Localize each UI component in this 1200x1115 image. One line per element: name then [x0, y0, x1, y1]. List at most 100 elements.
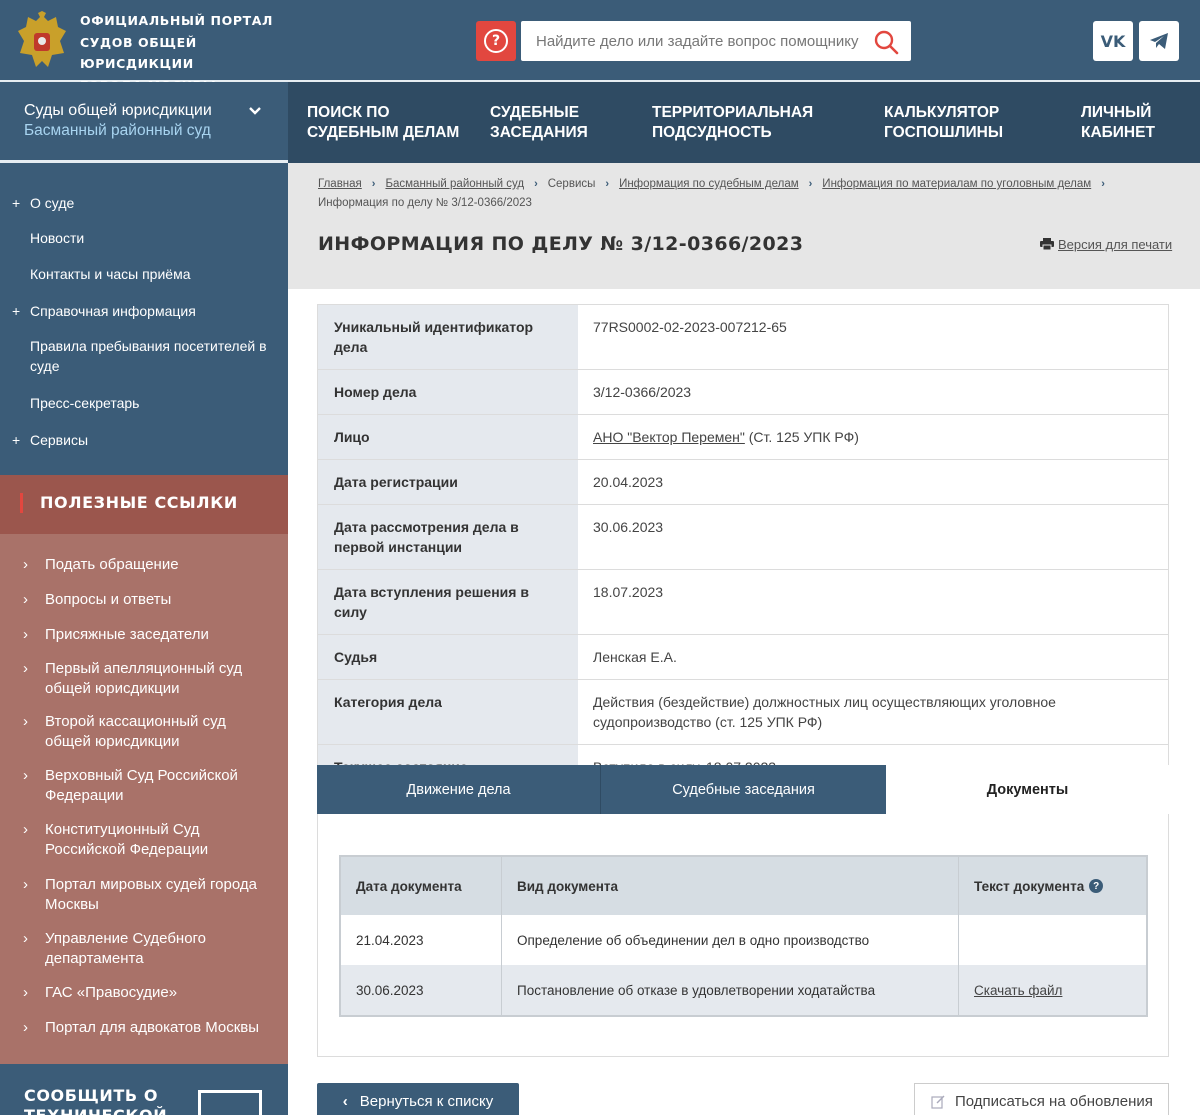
case-info-value: 77RS0002-02-2023-007212-65: [593, 319, 787, 335]
expand-icon[interactable]: +: [12, 193, 20, 213]
print-version-link[interactable]: Версия для печати: [1040, 237, 1172, 252]
chevron-right-icon: ›: [23, 556, 28, 573]
sidebar-item-label: О суде: [30, 195, 75, 211]
coat-of-arms-logo[interactable]: [14, 11, 70, 71]
sidebar-item-contacts[interactable]: Контакты и часы приёма: [30, 264, 270, 284]
nav-item-jurisdiction[interactable]: ТЕРРИТОРИАЛЬНАЯ ПОДСУДНОСТЬ: [652, 103, 813, 143]
page-header: Главная › Басманный районный суд › Сервисы › И…: [288, 163, 1200, 289]
portal-title-line: судов общей юрисдикции: [80, 34, 197, 72]
case-info-key: Уникальный идентификатор дела: [318, 305, 578, 369]
useful-link[interactable]: › Второй кассационный суд общей юрисдикци…: [23, 712, 270, 752]
nav-item-label: КАЛЬКУЛЯТОР: [884, 104, 1000, 121]
tab-court-sessions[interactable]: Судебные заседания: [601, 765, 886, 814]
party-link[interactable]: АНО "Вектор Перемен": [593, 429, 745, 445]
useful-link-label: Первый апелляционный суд общей юрисдикци…: [45, 660, 243, 697]
subscribe-label: Подписаться на обновления: [955, 1093, 1153, 1110]
useful-link-label: Подать обращение: [45, 556, 179, 573]
useful-link-label: Второй кассационный суд общей юрисдикции: [45, 713, 226, 750]
useful-link-label: Портал мировых судей города Москвы: [45, 876, 257, 913]
table-row: Дата вступления решения в силу 18.07.202…: [318, 570, 1168, 635]
court-selector-title: Суды общей юрисдикции: [24, 102, 212, 119]
document-file: [959, 915, 1146, 965]
vk-label: VK: [1100, 31, 1126, 51]
case-info-key: Дата рассмотрения дела в первой инстанци…: [318, 505, 578, 569]
sidebar-item-about[interactable]: + О суде: [12, 193, 270, 213]
useful-link[interactable]: › Портал для адвокатов Москвы: [23, 1018, 270, 1038]
useful-link[interactable]: › Управление Судебного департамента: [23, 929, 270, 969]
case-info-value: 20.04.2023: [593, 474, 664, 490]
chevron-left-icon: ‹: [342, 1092, 348, 1110]
nav-menu: ПОИСК ПО СУДЕБНЫМ ДЕЛАМ СУДЕБНЫЕ ЗАСЕДАН…: [288, 82, 1200, 163]
edit-icon: [931, 1095, 945, 1109]
column-header: Текст документа?: [959, 857, 1146, 915]
useful-link-label: Вопросы и ответы: [45, 591, 172, 608]
accent-bar: [20, 493, 23, 513]
chevron-right-icon: ›: [1101, 178, 1105, 190]
nav-item-label: ТЕРРИТОРИАЛЬНАЯ: [652, 104, 814, 121]
nav-item-account[interactable]: ЛИЧНЫЙ КАБИНЕТ: [1081, 103, 1155, 143]
table-row: Номер дела 3/12-0366/2023: [318, 370, 1168, 415]
useful-link[interactable]: › Вопросы и ответы: [23, 590, 270, 610]
nav-item-fee-calculator[interactable]: КАЛЬКУЛЯТОР ГОСПОШЛИНЫ: [884, 103, 1003, 143]
chevron-right-icon: ›: [23, 626, 28, 643]
useful-link[interactable]: › Конституционный Суд Российской Федераци…: [23, 820, 270, 860]
breadcrumb-link[interactable]: Информация по материалам по уголовным де…: [822, 178, 1091, 190]
sidebar-item-news[interactable]: Новости: [30, 228, 270, 248]
table-row: Дата регистрации 20.04.2023: [318, 460, 1168, 505]
sidebar-item-label: Правила пребывания посетителей в суде: [30, 338, 267, 374]
tab-documents[interactable]: Документы: [886, 765, 1169, 814]
subscribe-button[interactable]: Подписаться на обновления: [914, 1083, 1169, 1115]
nav-item-label: СУДЕБНЫМ ДЕЛАМ: [307, 124, 460, 141]
useful-link[interactable]: › Верховный Суд Российской Федерации: [23, 766, 270, 806]
breadcrumb-link[interactable]: Главная: [318, 178, 362, 190]
back-to-list-button[interactable]: ‹ Вернуться к списку: [317, 1083, 519, 1115]
sidebar-item-services[interactable]: + Сервисы: [12, 430, 270, 450]
tab-case-movement[interactable]: Движение дела: [317, 765, 601, 814]
case-info-key: Дата регистрации: [318, 460, 578, 504]
breadcrumb-current: Информация по делу № 3/12-0366/2023: [318, 197, 532, 209]
sidebar-item-reference[interactable]: + Справочная информация: [12, 301, 270, 321]
sidebar-item-press[interactable]: Пресс-секретарь: [30, 393, 270, 413]
expand-icon[interactable]: +: [12, 430, 20, 450]
useful-link[interactable]: › Присяжные заседатели: [23, 625, 270, 645]
download-file-link[interactable]: Скачать файл: [974, 983, 1062, 998]
chevron-down-icon: [249, 107, 261, 115]
nav-item-case-search[interactable]: ПОИСК ПО СУДЕБНЫМ ДЕЛАМ: [307, 103, 459, 143]
column-header: Дата документа: [341, 857, 502, 915]
useful-link[interactable]: › ГАС «Правосудие»: [23, 983, 270, 1003]
help-button[interactable]: ?: [476, 21, 516, 61]
sidebar-item-label: Новости: [30, 230, 85, 246]
back-to-list-label: Вернуться к списку: [359, 1092, 494, 1110]
search-input[interactable]: [521, 21, 861, 61]
useful-links-list: › Подать обращение › Вопросы и ответы › При…: [0, 534, 288, 1064]
document-date: 30.06.2023: [341, 965, 502, 1015]
breadcrumb-link[interactable]: Басманный районный суд: [385, 178, 524, 190]
expand-icon[interactable]: +: [12, 301, 20, 321]
nav-item-court-sessions[interactable]: СУДЕБНЫЕ ЗАСЕДАНИЯ: [490, 103, 588, 143]
party-article: (Ст. 125 УПК РФ): [744, 429, 859, 445]
useful-link[interactable]: › Подать обращение: [23, 555, 270, 575]
help-icon[interactable]: ?: [1089, 879, 1104, 893]
case-info-key: Лицо: [318, 415, 578, 459]
telegram-icon[interactable]: [1139, 21, 1179, 61]
nav-item-label: ГОСПОШЛИНЫ: [884, 124, 1003, 141]
case-info-key: Дата вступления решения в силу: [318, 570, 578, 634]
table-row: 30.06.2023 Постановление об отказе в удо…: [341, 965, 1146, 1015]
chevron-right-icon: ›: [23, 876, 28, 893]
question-icon: ?: [484, 29, 508, 53]
court-selector[interactable]: Суды общей юрисдикции Басманный районный…: [0, 82, 288, 163]
report-issue-block[interactable]: Сообщить о технической: [0, 1064, 288, 1115]
useful-link[interactable]: › Первый апелляционный суд общей юрисдикц…: [23, 659, 270, 699]
sidebar-item-rules[interactable]: Правила пребывания посетителей в суде: [30, 336, 270, 376]
case-info-value: 18.07.2023: [593, 584, 664, 600]
tab-label: Документы: [986, 781, 1069, 798]
document-file: Скачать файл: [959, 965, 1146, 1015]
vk-icon[interactable]: VK: [1093, 21, 1133, 61]
breadcrumb-link[interactable]: Информация по судебным делам: [619, 178, 799, 190]
tab-label: Движение дела: [406, 781, 511, 798]
chevron-right-icon: ›: [808, 178, 813, 190]
search-icon[interactable]: [873, 29, 899, 55]
page-title: Информация по делу № 3/12-0366/2023: [318, 233, 804, 255]
useful-link[interactable]: › Портал мировых судей города Москвы: [23, 875, 270, 915]
print-version-label: Версия для печати: [1058, 237, 1173, 252]
